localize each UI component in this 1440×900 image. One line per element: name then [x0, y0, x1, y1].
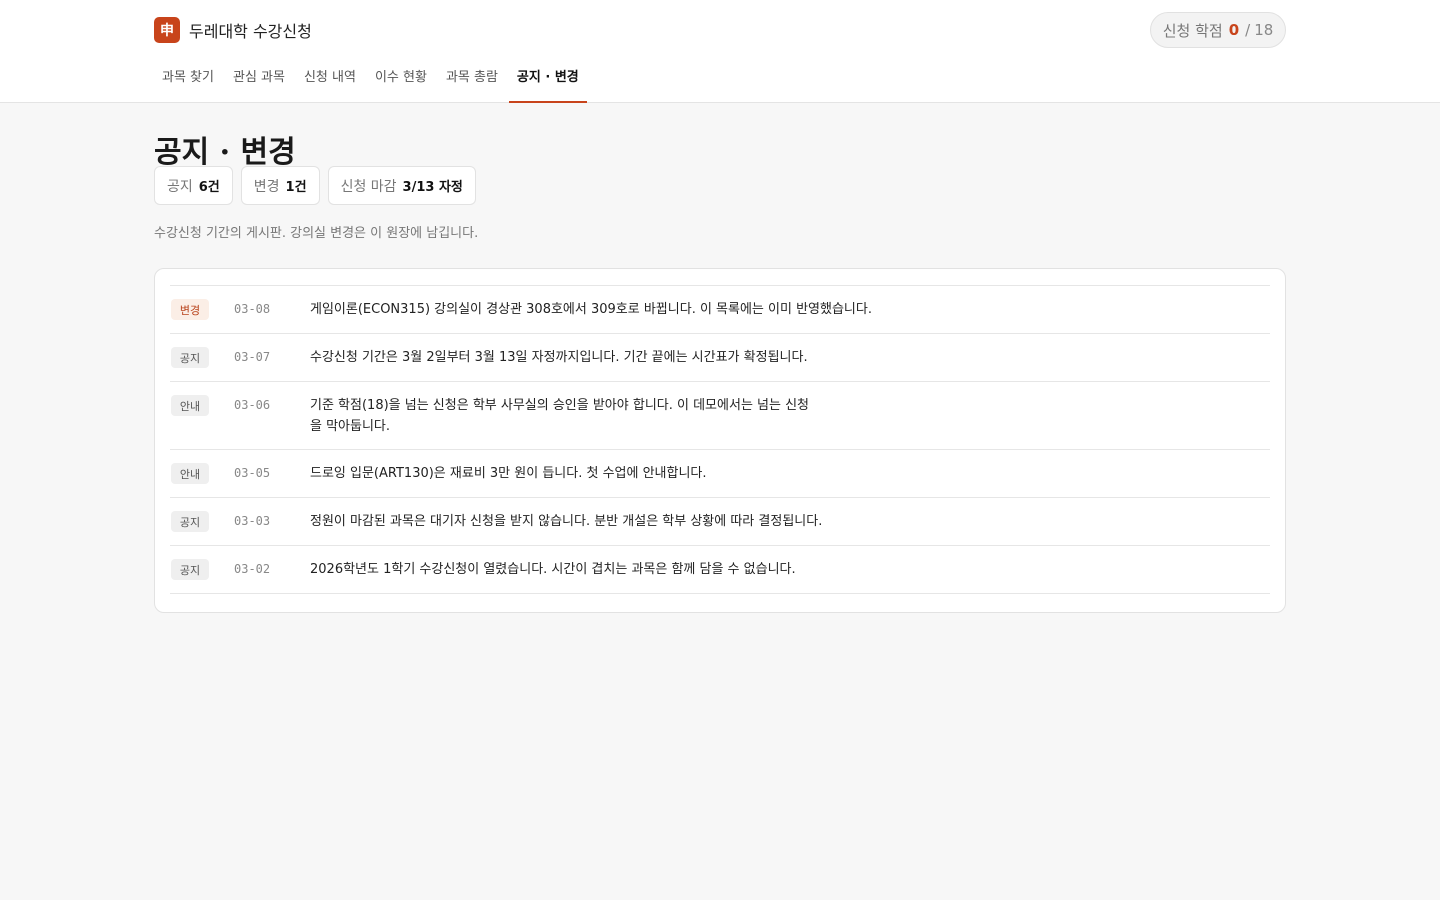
stat-deadline: 신청 마감 3/13 자정	[327, 166, 476, 205]
notice-text: 드로잉 입문(ART130)은 재료비 3만 원이 듭니다. 첫 수업에 안내합…	[310, 466, 707, 481]
credits-separator: /	[1245, 21, 1251, 39]
type-badge: 공지	[171, 511, 209, 532]
tab-catalog[interactable]: 과목 총람	[438, 56, 506, 103]
notice-row: 공지 03-03 정원이 마감된 과목은 대기자 신청을 받지 않습니다. 분반…	[170, 498, 1270, 546]
type-badge: 안내	[171, 395, 209, 416]
notice-text: 게임이론(ECON315) 강의실이 경상관 308호에서 309호로 바뀝니다…	[310, 302, 872, 317]
tab-completion[interactable]: 이수 현황	[367, 56, 435, 103]
notice-list: 변경 03-08 게임이론(ECON315) 강의실이 경상관 308호에서 3…	[170, 285, 1270, 594]
type-badge: 안내	[171, 463, 209, 484]
stat-value: 6건	[198, 180, 220, 195]
credits-max: 18	[1254, 21, 1274, 39]
tab-notices[interactable]: 공지 · 변경	[508, 56, 587, 103]
credits-summary[interactable]: 신청 학점 0 / 18	[1150, 12, 1286, 48]
brand-name: 두레대학 수강신청	[189, 22, 312, 41]
notice-text: 2026학년도 1학기 수강신청이 열렸습니다. 시간이 겹치는 과목은 함께 …	[310, 562, 796, 577]
notice-date: 03-07	[234, 350, 271, 364]
notice-date: 03-03	[234, 514, 271, 528]
stat-notices: 공지 6건	[154, 166, 233, 205]
notice-row: 안내 03-06 기준 학점(18)을 넘는 신청은 학부 사무실의 승인을 받…	[170, 382, 1270, 450]
notice-date: 03-02	[234, 562, 271, 576]
stat-label: 공지	[167, 178, 193, 195]
page-title: 공지 · 변경	[154, 135, 296, 170]
type-badge: 공지	[171, 559, 209, 580]
notice-board: 변경 03-08 게임이론(ECON315) 강의실이 경상관 308호에서 3…	[154, 268, 1286, 613]
stat-changes: 변경 1건	[240, 166, 320, 205]
stat-label: 신청 마감	[340, 178, 397, 195]
notice-row: 변경 03-08 게임이론(ECON315) 강의실이 경상관 308호에서 3…	[170, 286, 1270, 334]
tab-course-search[interactable]: 과목 찾기	[154, 56, 222, 103]
notice-date: 03-05	[234, 466, 271, 480]
type-badge: 변경	[171, 299, 209, 320]
notice-date: 03-06	[234, 398, 271, 412]
credits-label: 신청 학점	[1162, 21, 1223, 40]
tab-favorites[interactable]: 관심 과목	[225, 56, 293, 103]
stats-row: 공지 6건 변경 1건 신청 마감 3/13 자정	[154, 166, 484, 205]
notice-row: 안내 03-05 드로잉 입문(ART130)은 재료비 3만 원이 듭니다. …	[170, 450, 1270, 498]
stat-value: 3/13 자정	[402, 180, 463, 195]
tab-applications[interactable]: 신청 내역	[296, 56, 364, 103]
credits-current: 0	[1228, 21, 1240, 39]
logo-icon: 申	[154, 17, 180, 43]
notice-text: 정원이 마감된 과목은 대기자 신청을 받지 않습니다. 분반 개설은 학부 상…	[310, 514, 823, 529]
notice-row: 공지 03-07 수강신청 기간은 3월 2일부터 3월 13일 자정까지입니다…	[170, 334, 1270, 382]
stat-label: 변경	[253, 178, 280, 195]
notice-text: 기준 학점(18)을 넘는 신청은 학부 사무실의 승인을 받아야 합니다. 이…	[310, 398, 810, 434]
type-badge: 공지	[171, 347, 209, 368]
top-bar: 申 두레대학 수강신청 신청 학점 0 / 18 과목 찾기 관심 과목 신청 …	[0, 0, 1440, 103]
notice-date: 03-08	[234, 302, 271, 316]
page-description: 수강신청 기간의 게시판. 강의실 변경은 이 원장에 남깁니다.	[154, 226, 479, 241]
notice-row: 공지 03-02 2026학년도 1학기 수강신청이 열렸습니다. 시간이 겹치…	[170, 546, 1270, 594]
stat-value: 1건	[285, 180, 307, 195]
notice-text: 수강신청 기간은 3월 2일부터 3월 13일 자정까지입니다. 기간 끝에는 …	[310, 350, 808, 365]
main-tabs: 과목 찾기 관심 과목 신청 내역 이수 현황 과목 총람 공지 · 변경	[154, 56, 590, 103]
brand[interactable]: 申 두레대학 수강신청	[154, 17, 312, 43]
